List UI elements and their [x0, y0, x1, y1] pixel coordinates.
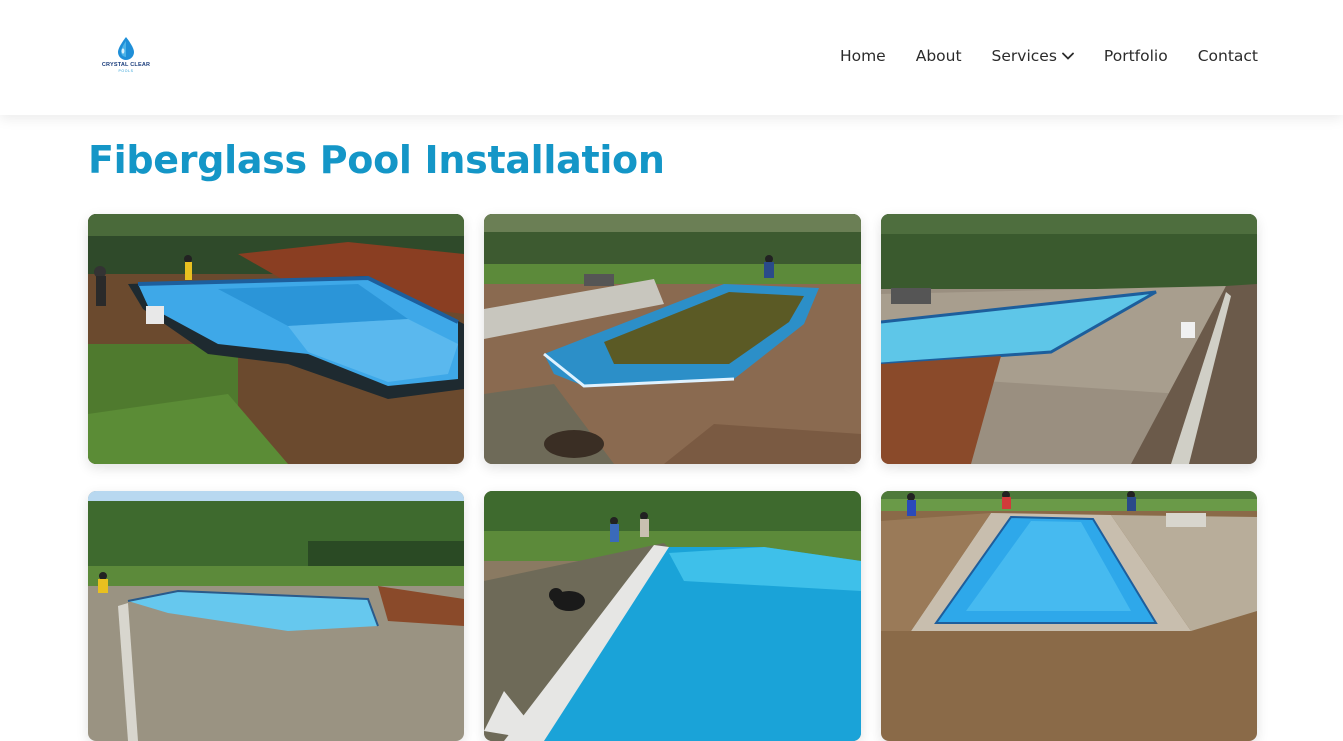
gallery-photo-4[interactable] [88, 491, 464, 741]
main-nav: Home About Services Portfolio Contact [810, 47, 1258, 65]
nav-label: Services [991, 47, 1057, 65]
nav-portfolio[interactable]: Portfolio [1104, 47, 1168, 65]
nav-services[interactable]: Services [992, 47, 1074, 65]
logo-brand-text: CRYSTAL CLEAR [101, 62, 151, 68]
nav-contact[interactable]: Contact [1198, 47, 1258, 65]
chevron-down-icon [1062, 52, 1074, 60]
pool-filled-green-water-image [484, 214, 861, 464]
gallery-photo-2[interactable] [484, 214, 861, 464]
pool-with-cover-and-dog-image [484, 491, 861, 741]
nav-label: Portfolio [1103, 47, 1168, 65]
nav-home[interactable]: Home [840, 47, 886, 65]
gallery-photo-1[interactable] [88, 214, 464, 464]
photo-gallery [88, 214, 1257, 741]
gallery-photo-6[interactable] [881, 491, 1257, 741]
site-header: CRYSTAL CLEAR POOLS Home About Services … [0, 0, 1343, 115]
logo[interactable]: CRYSTAL CLEAR POOLS [100, 36, 152, 78]
logo-sub-text: POOLS [118, 69, 134, 73]
pool-shell-in-excavation-image [88, 214, 464, 464]
nav-label: Contact [1197, 47, 1258, 65]
pool-with-paving-image [881, 491, 1257, 741]
nav-label: About [915, 47, 962, 65]
pool-with-gravel-surround-image [881, 214, 1257, 464]
pool-with-hedge-background-image [88, 491, 464, 741]
nav-about[interactable]: About [916, 47, 962, 65]
gallery-photo-3[interactable] [881, 214, 1257, 464]
water-drop-icon [118, 37, 134, 60]
page-title: Fiberglass Pool Installation [88, 138, 665, 182]
nav-label: Home [839, 47, 886, 65]
gallery-photo-5[interactable] [484, 491, 861, 741]
